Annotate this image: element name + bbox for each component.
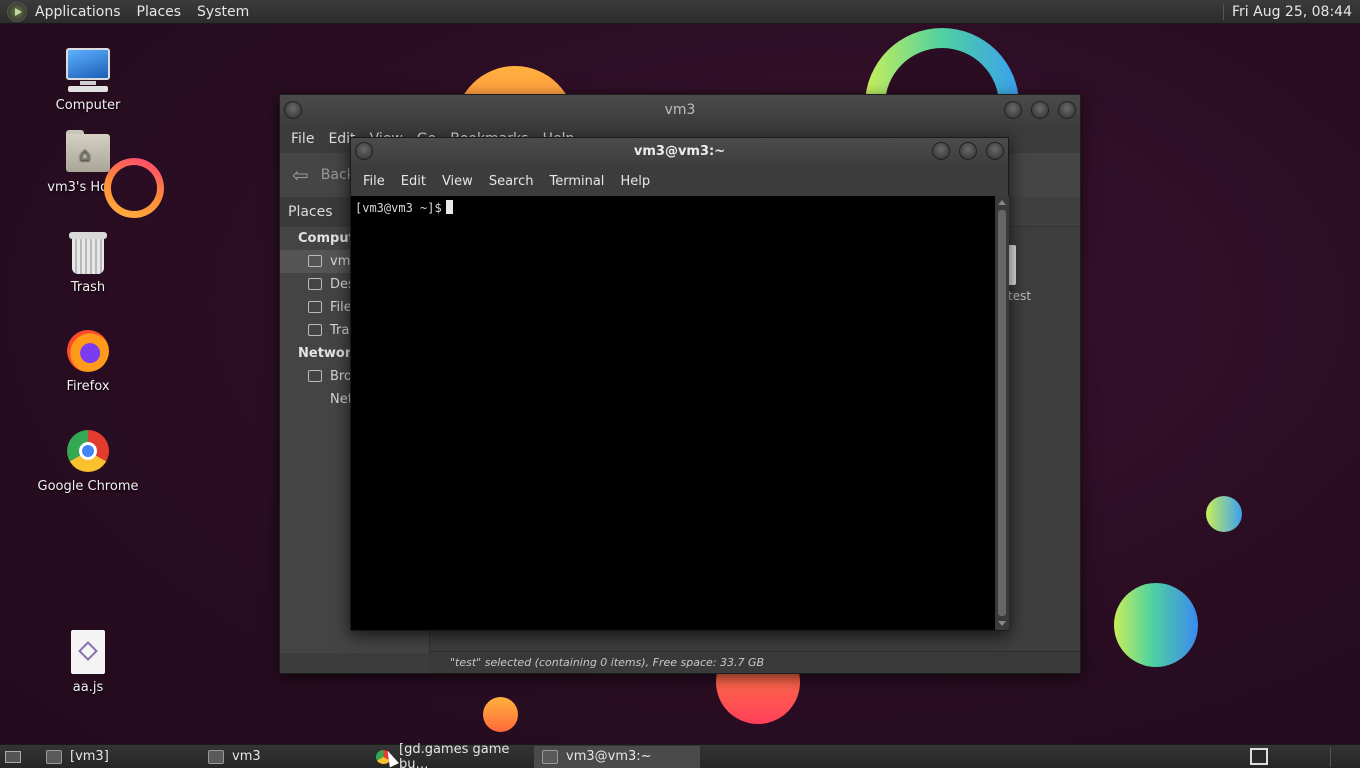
taskbar-item-label: [vm3] [70,749,109,764]
menu-view[interactable]: View [434,174,481,189]
terminal-window: vm3@vm3:~ File Edit View Search Terminal… [350,137,1009,631]
menu-file[interactable]: File [284,131,321,147]
terminal-menubar: File Edit View Search Terminal Help [351,166,1008,196]
trash-icon [64,228,112,276]
maximize-button[interactable] [959,142,977,160]
panel-separator [1330,747,1331,767]
desktop-icon-firefox[interactable]: Firefox [28,327,148,394]
window-menu-button[interactable] [355,142,373,160]
shell-prompt: [vm3@vm3 ~]$ [355,201,442,215]
window-title: vm3@vm3:~ [633,144,726,159]
menu-system[interactable]: System [189,0,257,24]
desktop-icon [5,750,21,763]
scrollbar-thumb[interactable] [998,210,1006,616]
menu-applications[interactable]: Applications [27,0,129,24]
network-icon [308,370,322,382]
taskbar-item-label: vm3@vm3:~ [566,749,652,764]
menu-search[interactable]: Search [481,174,542,189]
wallpaper-circle [1114,583,1198,667]
panel-separator [1223,3,1225,20]
maximize-button[interactable] [1031,101,1049,119]
taskbar-item-label: vm3 [232,749,261,764]
wallpaper-circle [483,697,518,732]
menu-terminal[interactable]: Terminal [541,174,612,189]
desktop-icon-aa-js[interactable]: aa.js [28,628,148,695]
show-desktop-button[interactable] [2,746,24,768]
back-arrow-icon[interactable]: ⇦ [292,163,309,187]
folder-icon [46,749,62,764]
desktop-icon-label: Trash [70,280,106,295]
home-folder-icon [308,255,322,267]
file-manager-titlebar[interactable]: vm3 [280,95,1080,125]
desktop-folder-icon [308,278,322,290]
close-button[interactable] [1058,101,1076,119]
wallpaper-ring [104,158,164,218]
scroll-up-icon[interactable] [998,200,1006,205]
desktop-icon-label: Computer [55,98,121,113]
top-panel: Applications Places System Fri Aug 25, 0… [0,0,1360,24]
terminal-titlebar[interactable]: vm3@vm3:~ [351,138,1008,166]
menu-edit[interactable]: Edit [393,174,434,189]
firefox-icon [64,327,112,375]
minimize-button[interactable] [1004,101,1022,119]
drive-icon [308,301,322,313]
taskbar-item[interactable]: [vm3] [38,746,200,768]
trash-icon [308,324,322,336]
workspace-switcher[interactable] [1250,748,1268,765]
taskbar-item[interactable]: vm3 [200,746,368,768]
desktop-icon-label: aa.js [72,680,104,695]
text-cursor [445,200,453,214]
taskbar-item-label: [gd.games game bu… [399,741,510,768]
menu-places[interactable]: Places [129,0,190,24]
home-folder-icon [208,749,224,764]
scroll-down-icon[interactable] [998,621,1006,626]
home-folder-icon: ⌂ [64,128,112,176]
window-title: vm3 [664,102,696,118]
desktop-icon-label: Firefox [66,379,110,394]
window-menu-button[interactable] [284,101,302,119]
bottom-panel: [vm3] vm3 [gd.games game bu… vm3@vm3:~ [0,741,1360,768]
menu-help[interactable]: Help [612,174,658,189]
taskbar-item-active[interactable]: vm3@vm3:~ [534,745,700,768]
wallpaper-circle [1206,496,1242,532]
desktop: Computer ⌂ vm3's Home Trash Firefox Goog… [0,0,1360,768]
file-label[interactable]: test [1008,289,1031,303]
menu-file[interactable]: File [355,174,393,189]
terminal-output[interactable]: [vm3@vm3 ~]$ [351,196,995,630]
desktop-icon-chrome[interactable]: Google Chrome [28,427,148,494]
distro-logo-icon[interactable] [7,1,27,22]
scrollbar[interactable] [995,196,1009,630]
file-manager-statusbar: "test" selected (containing 0 items), Fr… [430,651,1080,673]
desktop-icon-computer[interactable]: Computer [28,46,148,113]
minimize-button[interactable] [932,142,950,160]
close-button[interactable] [986,142,1004,160]
clock[interactable]: Fri Aug 25, 08:44 [1232,4,1360,20]
computer-icon [64,46,112,94]
chrome-icon [64,427,112,475]
terminal-icon [542,749,558,764]
script-file-icon [64,628,112,676]
desktop-icon-label: Google Chrome [37,479,139,494]
desktop-icon-trash[interactable]: Trash [28,228,148,295]
